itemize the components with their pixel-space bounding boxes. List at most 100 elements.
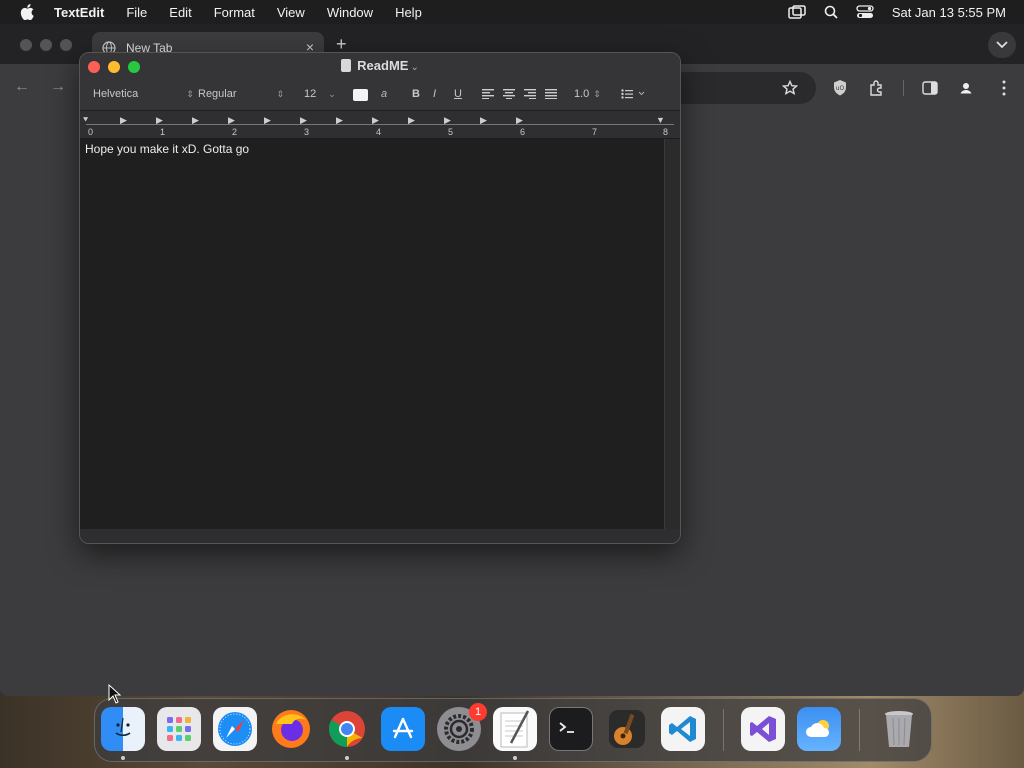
menu-format[interactable]: Format xyxy=(214,5,255,20)
align-right-icon[interactable] xyxy=(524,89,536,102)
ruler-number: 7 xyxy=(592,127,598,137)
ruler-tab-stop[interactable]: ▶ xyxy=(192,115,199,126)
toolbar-divider xyxy=(903,80,904,96)
ruler-tab-stop[interactable]: ▶ xyxy=(336,115,343,126)
line-spacing-value: 1.0 xyxy=(574,88,590,100)
menu-bar: TextEdit File Edit Format View Window He… xyxy=(0,0,1024,24)
ruler-tab-stop[interactable]: ▶ xyxy=(372,115,379,126)
menu-view[interactable]: View xyxy=(277,5,305,20)
bookmark-star-icon[interactable] xyxy=(780,78,800,98)
dock-chrome-icon[interactable] xyxy=(325,707,369,751)
menu-app-name[interactable]: TextEdit xyxy=(54,5,104,20)
svg-text:uO: uO xyxy=(836,85,845,92)
running-indicator xyxy=(345,756,349,760)
ruler-line xyxy=(86,124,674,125)
notification-badge: 1 xyxy=(469,703,487,721)
profile-avatar-icon[interactable] xyxy=(956,78,976,98)
menu-file[interactable]: File xyxy=(126,5,147,20)
dock-firefox-icon[interactable] xyxy=(269,707,313,751)
ruler-number: 1 xyxy=(160,127,166,137)
align-justify-icon[interactable] xyxy=(545,89,557,102)
running-indicator xyxy=(513,756,517,760)
ruler-number: 8 xyxy=(663,127,669,137)
dock-app-store-icon[interactable] xyxy=(381,707,425,751)
document-title[interactable]: ReadME ⌄ xyxy=(80,58,680,73)
italic-button[interactable]: I xyxy=(433,88,436,100)
dock-textedit-icon[interactable] xyxy=(493,707,537,751)
stepper-icon: ⇕ xyxy=(186,89,194,99)
align-left-icon[interactable] xyxy=(482,89,494,102)
highlight-color-icon[interactable]: a xyxy=(381,88,387,100)
back-button[interactable]: ← xyxy=(14,78,30,96)
screen-mirroring-icon[interactable] xyxy=(788,5,806,19)
line-spacing-select[interactable]: 1.0 ⇕ xyxy=(574,88,601,100)
ruler-tab-stop[interactable]: ▶ xyxy=(408,115,415,126)
text-color-well[interactable] xyxy=(353,89,368,101)
dock: 1 xyxy=(94,698,932,762)
ruler-tab-stop[interactable]: ▶ xyxy=(156,115,163,126)
ruler-tab-stop[interactable]: ▶ xyxy=(264,115,271,126)
vertical-scrollbar[interactable] xyxy=(664,139,680,529)
dock-garageband-icon[interactable] xyxy=(605,707,649,751)
ruler-number: 4 xyxy=(376,127,382,137)
ruler-tab-stop[interactable]: ▶ xyxy=(120,115,127,126)
ruler-number: 6 xyxy=(520,127,526,137)
font-style-value: Regular xyxy=(198,88,237,100)
ruler-right-margin-marker[interactable]: ▼ xyxy=(656,115,665,125)
ruler-indent-marker[interactable]: ⯆ xyxy=(82,115,89,126)
browser-zoom-button[interactable] xyxy=(60,39,72,51)
list-bullets-icon[interactable] xyxy=(621,89,645,102)
dock-separator xyxy=(723,709,724,751)
document-title-text: ReadME xyxy=(357,58,409,73)
ruler-tab-stop[interactable]: ▶ xyxy=(516,115,523,126)
menu-clock[interactable]: Sat Jan 13 5:55 PM xyxy=(892,5,1006,20)
ruler-number: 3 xyxy=(304,127,310,137)
dock-launchpad-icon[interactable] xyxy=(157,707,201,751)
document-icon xyxy=(341,59,352,72)
font-size-select[interactable]: 12 ⌄ xyxy=(304,88,336,100)
stepper-icon: ⇕ xyxy=(593,89,601,99)
dock-separator xyxy=(859,709,860,751)
browser-close-button[interactable] xyxy=(20,39,32,51)
spotlight-icon[interactable] xyxy=(824,5,838,19)
ruler-number: 5 xyxy=(448,127,454,137)
ruler[interactable]: 0 1 2 3 4 5 6 7 8 ⯆ ▶ ▶ ▶ ▶ ▶ ▶ ▶ ▶ ▶ ▶ … xyxy=(80,111,680,139)
running-indicator xyxy=(121,756,125,760)
ruler-number: 0 xyxy=(88,127,94,137)
chevron-down-icon: ⌄ xyxy=(328,89,336,99)
dock-safari-icon[interactable] xyxy=(213,707,257,751)
dock-finder-icon[interactable] xyxy=(101,707,145,751)
dock-visual-studio-icon[interactable] xyxy=(741,707,785,751)
document-text[interactable]: Hope you make it xD. Gotta go xyxy=(85,142,249,156)
underline-button[interactable]: U xyxy=(454,88,462,100)
ruler-tab-stop[interactable]: ▶ xyxy=(444,115,451,126)
tab-search-button[interactable] xyxy=(988,32,1016,58)
bold-button[interactable]: B xyxy=(412,88,420,100)
textedit-window: ReadME ⌄ Helvetica ⇕ Regular ⇕ 12 ⌄ a B I U … xyxy=(79,52,681,544)
side-panel-icon[interactable] xyxy=(920,78,940,98)
menu-window[interactable]: Window xyxy=(327,5,373,20)
dock-weather-icon[interactable] xyxy=(797,707,841,751)
dock-terminal-icon[interactable] xyxy=(549,707,593,751)
chevron-down-icon: ⌄ xyxy=(410,62,419,73)
forward-button[interactable]: → xyxy=(50,78,66,96)
ruler-tab-stop[interactable]: ▶ xyxy=(228,115,235,126)
dock-system-settings-icon[interactable]: 1 xyxy=(437,703,487,751)
control-center-icon[interactable] xyxy=(856,5,874,19)
dock-vscode-icon[interactable] xyxy=(661,707,705,751)
dock-trash-icon[interactable] xyxy=(877,707,921,751)
align-center-icon[interactable] xyxy=(503,89,515,102)
menu-help[interactable]: Help xyxy=(395,5,422,20)
menu-edit[interactable]: Edit xyxy=(169,5,191,20)
apple-icon[interactable] xyxy=(20,4,38,20)
font-family-select[interactable]: Helvetica ⇕ xyxy=(93,88,194,100)
more-menu-icon[interactable] xyxy=(994,78,1014,98)
font-style-select[interactable]: Regular ⇕ xyxy=(198,88,284,100)
ruler-tab-stop[interactable]: ▶ xyxy=(300,115,307,126)
ruler-tab-stop[interactable]: ▶ xyxy=(480,115,487,126)
extensions-puzzle-icon[interactable] xyxy=(867,78,887,98)
document-body[interactable]: Hope you make it xD. Gotta go xyxy=(80,139,666,529)
textedit-bottom-bar xyxy=(80,529,680,543)
ublock-icon[interactable]: uO xyxy=(830,78,850,98)
browser-minimize-button[interactable] xyxy=(40,39,52,51)
